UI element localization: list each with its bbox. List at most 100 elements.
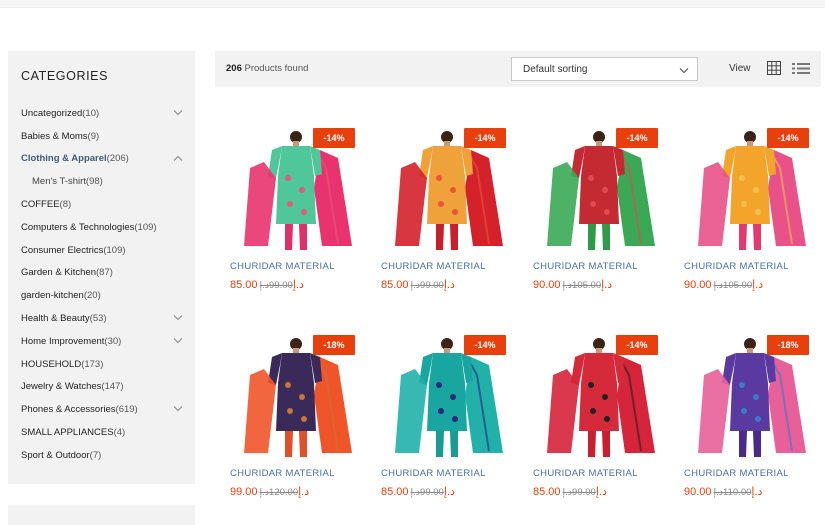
category-item[interactable]: garden-kitchen (20) xyxy=(8,284,195,307)
original-currency: د.إ xyxy=(410,280,421,291)
category-count: (109) xyxy=(134,221,157,233)
category-count: (206) xyxy=(106,153,129,165)
category-item[interactable]: Men's T-shirt (98) xyxy=(8,170,195,193)
product-card[interactable]: -18% CHURIDAR MATERIAL 99.00 د.إ120.00د.إ xyxy=(215,335,355,505)
product-title-link[interactable]: CHURIDAR MATERIAL xyxy=(381,261,486,272)
currency-symbol: د.إ xyxy=(443,279,455,291)
original-price-value: 99.00 xyxy=(269,280,293,291)
products-found-label: Products found xyxy=(244,63,309,74)
category-count: (109) xyxy=(103,244,126,256)
categories-title: CATEGORIES xyxy=(21,69,109,83)
category-item[interactable]: COFFEE (8) xyxy=(8,193,195,216)
original-price-value: 105.00 xyxy=(723,280,753,291)
sale-price: 85.00 xyxy=(381,279,409,291)
category-name: Phones & Accessories xyxy=(21,404,116,416)
discount-badge: -14% xyxy=(464,335,506,355)
category-item[interactable]: Home Improvement (30) xyxy=(8,330,195,353)
chevron-up-icon[interactable] xyxy=(173,155,183,163)
category-name: Garden & Kitchen xyxy=(21,267,96,279)
product-card[interactable]: -14% CHURIDAR MATERIAL 90.00 د.إ105.00د.إ xyxy=(518,128,658,298)
category-name: Jewelry & Watches xyxy=(21,381,102,393)
top-bar xyxy=(0,0,825,8)
discount-badge: -18% xyxy=(313,335,355,355)
products-count: 206 xyxy=(226,63,242,74)
category-item[interactable]: Babies & Moms (9) xyxy=(8,125,195,148)
category-name: Men's T-shirt xyxy=(32,176,86,188)
currency-symbol: د.إ xyxy=(752,279,764,291)
original-price-value: 105.00 xyxy=(572,280,602,291)
product-price: 85.00 د.إ99.00د.إ xyxy=(381,278,455,291)
product-price: 90.00 د.إ110.00د.إ xyxy=(684,485,762,498)
product-title-link[interactable]: CHURIDAR MATERIAL xyxy=(230,261,335,272)
category-count: (147) xyxy=(101,381,124,393)
discount-badge: -14% xyxy=(313,128,355,148)
category-item[interactable]: Consumer Electrics (109) xyxy=(8,239,195,262)
sidebar-widget xyxy=(8,505,195,525)
category-name: HOUSEHOLD xyxy=(21,358,82,370)
category-item[interactable]: Uncategorized (10) xyxy=(8,102,195,125)
product-card[interactable]: -14% CHURIDAR MATERIAL 85.00 د.إ99.00د.إ xyxy=(215,128,355,298)
product-title-link[interactable]: CHURIDAR MATERIAL xyxy=(684,468,789,479)
discount-badge: -14% xyxy=(464,128,506,148)
original-price-value: 99.00 xyxy=(420,487,444,498)
original-currency: د.إ xyxy=(713,487,724,498)
sale-price: 90.00 xyxy=(533,279,561,291)
original-price: 99.00د.إ xyxy=(563,487,596,498)
chevron-down-icon[interactable] xyxy=(173,314,183,322)
sorting-value: Default sorting xyxy=(523,64,588,75)
original-price-value: 99.00 xyxy=(572,487,596,498)
product-card[interactable]: -14% CHURIDAR MATERIAL 85.00 د.إ99.00د.إ xyxy=(366,128,506,298)
shop-toolbar: 206 Products found Default sorting View xyxy=(215,51,821,87)
product-title-link[interactable]: CHURIDAR MATERIAL xyxy=(230,468,335,479)
category-name: COFFEE xyxy=(21,199,60,211)
category-count: (98) xyxy=(85,176,103,188)
original-currency: د.إ xyxy=(259,487,270,498)
category-item[interactable]: Sport & Outdoor (7) xyxy=(8,444,195,467)
category-item[interactable]: Clothing & Apparel (206) xyxy=(8,148,195,171)
product-card[interactable]: -14% CHURIDAR MATERIAL 85.00 د.إ99.00د.إ xyxy=(518,335,658,505)
product-title-link[interactable]: CHURIDAR MATERIAL xyxy=(684,261,789,272)
original-price-value: 120.00 xyxy=(269,487,299,498)
currency-symbol: د.إ xyxy=(443,486,455,498)
grid-view-icon[interactable] xyxy=(767,61,781,80)
category-item[interactable]: Garden & Kitchen (87) xyxy=(8,262,195,285)
original-currency: د.إ xyxy=(562,487,573,498)
chevron-down-icon xyxy=(679,66,689,77)
chevron-down-icon[interactable] xyxy=(173,109,183,117)
original-currency: د.إ xyxy=(713,280,724,291)
original-currency: د.إ xyxy=(562,280,573,291)
sale-price: 90.00 xyxy=(684,279,712,291)
product-title-link[interactable]: CHURIDAR MATERIAL xyxy=(381,468,486,479)
category-item[interactable]: Phones & Accessories (619) xyxy=(8,398,195,421)
product-card[interactable]: -14% CHURIDAR MATERIAL 85.00 د.إ99.00د.إ xyxy=(366,335,506,505)
category-name: Health & Beauty xyxy=(21,313,90,325)
product-price: 99.00 د.إ120.00د.إ xyxy=(230,485,309,498)
discount-badge: -14% xyxy=(767,128,809,148)
currency-symbol: د.إ xyxy=(751,486,763,498)
category-count: (9) xyxy=(87,130,100,142)
products-found: 206 Products found xyxy=(226,63,308,74)
chevron-down-icon[interactable] xyxy=(173,405,183,413)
product-card[interactable]: -18% CHURIDAR MATERIAL 90.00 د.إ110.00د.إ xyxy=(669,335,809,505)
sorting-select[interactable]: Default sorting xyxy=(511,57,698,81)
original-price: 110.00د.إ xyxy=(714,487,752,498)
category-item[interactable]: SMALL APPLIANCES (4) xyxy=(8,421,195,444)
category-item[interactable]: Jewelry & Watches (147) xyxy=(8,376,195,399)
product-card[interactable]: -14% CHURIDAR MATERIAL 90.00 د.إ105.00د.إ xyxy=(669,128,809,298)
product-title-link[interactable]: CHURIDAR MATERIAL xyxy=(533,261,638,272)
chevron-down-icon[interactable] xyxy=(173,337,183,345)
original-price-value: 99.00 xyxy=(420,280,444,291)
original-price: 99.00د.إ xyxy=(260,280,293,291)
category-count: (10) xyxy=(82,107,100,119)
currency-symbol: د.إ xyxy=(292,279,304,291)
product-price: 85.00 د.إ99.00د.إ xyxy=(533,485,607,498)
product-title-link[interactable]: CHURIDAR MATERIAL xyxy=(533,468,638,479)
category-item[interactable]: HOUSEHOLD (173) xyxy=(8,353,195,376)
original-price-value: 110.00 xyxy=(723,487,752,498)
category-item[interactable]: Health & Beauty (53) xyxy=(8,307,195,330)
list-view-icon[interactable] xyxy=(792,62,810,80)
discount-badge: -14% xyxy=(616,335,658,355)
sale-price: 85.00 xyxy=(381,486,409,498)
discount-badge: -18% xyxy=(767,335,809,355)
category-item[interactable]: Computers & Technologies (109) xyxy=(8,216,195,239)
